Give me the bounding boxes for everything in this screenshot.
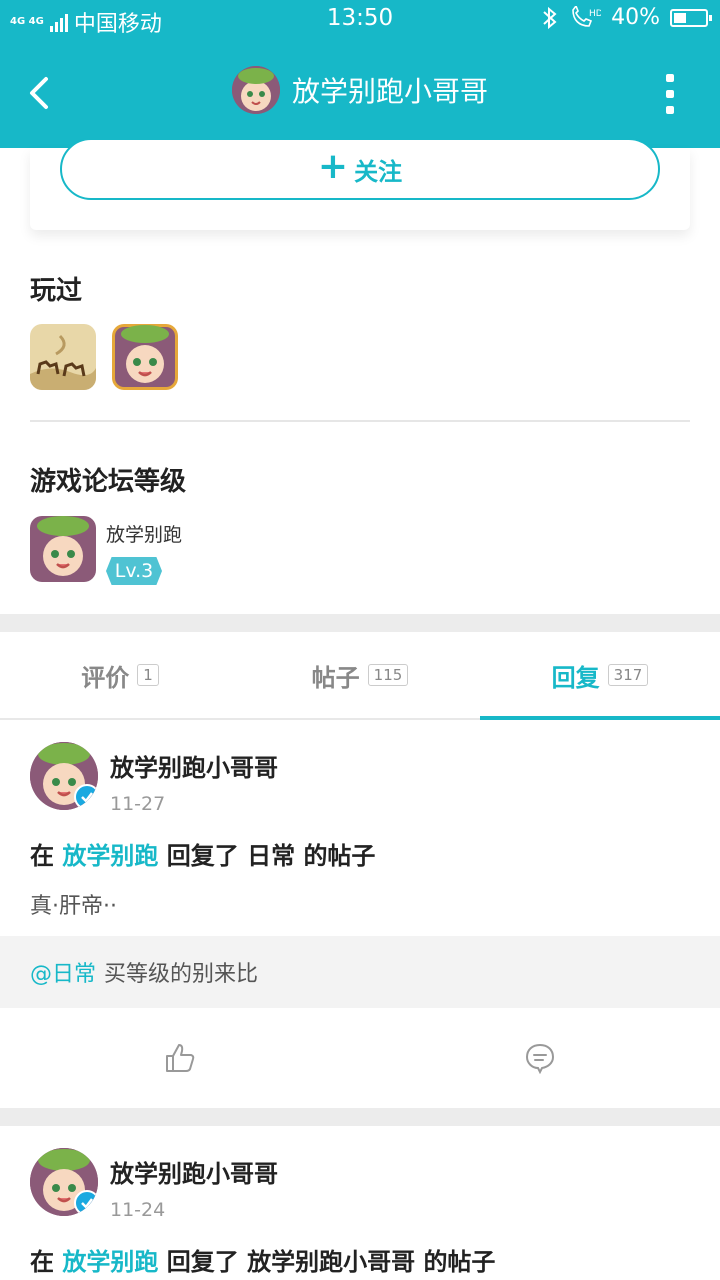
post-header: 放学别跑小哥哥 11-24	[30, 1148, 278, 1221]
avatar	[231, 66, 280, 114]
anime-girl-game-icon[interactable]	[112, 324, 178, 390]
plus-icon: +	[317, 146, 349, 187]
svg-text:HD: HD	[589, 9, 601, 19]
context-prefix: 在	[30, 1248, 54, 1276]
forum-level-row[interactable]: 放学别跑 Lv.3	[30, 516, 182, 585]
reply-card[interactable]: 放学别跑小哥哥 11-24 在 放学别跑 回复了 放学别跑小哥哥 的帖子	[0, 1148, 720, 1280]
tab-reviews[interactable]: 评价 1	[0, 632, 240, 718]
section-gap	[0, 614, 720, 632]
tab-bar: 评价 1 帖子 115 回复 317	[0, 632, 720, 720]
game-link[interactable]: 放学别跑	[62, 1248, 158, 1276]
status-right: HD 40%	[541, 5, 712, 30]
quoted-comment[interactable]: @日常 买等级的别来比	[0, 936, 720, 1008]
more-vertical-icon[interactable]	[660, 74, 680, 114]
post-context: 在 放学别跑 回复了 放学别跑小哥哥 的帖子	[30, 1242, 495, 1277]
app-bar: 放学别跑小哥哥	[0, 38, 720, 148]
section-gap	[0, 1108, 720, 1126]
like-button[interactable]	[0, 1008, 360, 1108]
comment-icon	[525, 1043, 555, 1074]
comment-button[interactable]	[360, 1008, 720, 1108]
reply-content: 真·肝帝··	[30, 894, 117, 919]
tab-replies[interactable]: 回复 317	[480, 632, 720, 720]
post-author[interactable]: 放学别跑小哥哥	[110, 748, 278, 783]
context-action: 回复了	[166, 842, 239, 870]
battery-icon	[670, 8, 712, 27]
context-prefix: 在	[30, 842, 54, 870]
played-title: 玩过	[30, 276, 83, 306]
played-games	[30, 324, 178, 390]
context-suffix: 的帖子	[423, 1248, 496, 1276]
hd-call-icon: HD	[572, 5, 601, 27]
target-user-link[interactable]: 日常	[247, 842, 295, 870]
battery-fill	[674, 12, 686, 23]
post-date: 11-24	[110, 1199, 166, 1221]
target-user-link[interactable]: 放学别跑小哥哥	[247, 1248, 415, 1276]
post-context: 在 放学别跑 回复了 日常 的帖子	[30, 836, 375, 871]
reply-card[interactable]: 放学别跑小哥哥 11-27 在 放学别跑 回复了 日常 的帖子 真·肝帝·· @…	[0, 742, 720, 1108]
mention-link[interactable]: @日常	[30, 956, 96, 988]
tab-label: 评价	[81, 663, 130, 692]
tab-count: 115	[367, 664, 409, 686]
forum-game-name: 放学别跑	[106, 524, 183, 546]
post-header: 放学别跑小哥哥 11-27	[30, 742, 278, 815]
header-profile: 放学别跑小哥哥	[0, 66, 720, 114]
tab-label: 帖子	[311, 663, 360, 692]
avatar[interactable]	[30, 1148, 98, 1216]
verified-icon	[74, 784, 98, 810]
thumbs-up-icon	[166, 1044, 195, 1072]
tab-count: 1	[137, 664, 159, 686]
desert-caravan-game-icon[interactable]	[30, 324, 96, 390]
divider	[30, 420, 690, 422]
quote-text: 买等级的别来比	[104, 962, 259, 987]
status-bar: 4G 4G 中国移动 13:50 HD 40%	[0, 0, 720, 38]
level-badge: Lv.3	[106, 557, 162, 585]
avatar[interactable]	[30, 742, 98, 810]
post-meta: 放学别跑小哥哥 11-27	[110, 742, 278, 815]
avatar-image	[231, 66, 280, 114]
verified-icon	[74, 1190, 98, 1216]
profile-card: + 关注	[30, 138, 690, 230]
tab-posts[interactable]: 帖子 115	[240, 632, 480, 718]
battery-percent: 40%	[611, 5, 660, 30]
forum-game-icon	[30, 516, 96, 582]
follow-label: 关注	[354, 157, 403, 186]
context-suffix: 的帖子	[303, 842, 376, 870]
post-meta: 放学别跑小哥哥 11-24	[110, 1148, 278, 1221]
follow-button[interactable]: + 关注	[60, 138, 660, 200]
tab-count: 317	[607, 664, 649, 686]
tab-label: 回复	[551, 663, 600, 692]
forum-info: 放学别跑 Lv.3	[106, 516, 182, 585]
forum-level-title: 游戏论坛等级	[30, 467, 187, 497]
post-date: 11-27	[110, 793, 166, 815]
bluetooth-icon	[543, 6, 557, 29]
context-action: 回复了	[166, 1248, 239, 1276]
game-link[interactable]: 放学别跑	[62, 842, 158, 870]
post-actions	[0, 1008, 720, 1108]
page-title: 放学别跑小哥哥	[291, 75, 488, 108]
post-author[interactable]: 放学别跑小哥哥	[110, 1154, 278, 1189]
